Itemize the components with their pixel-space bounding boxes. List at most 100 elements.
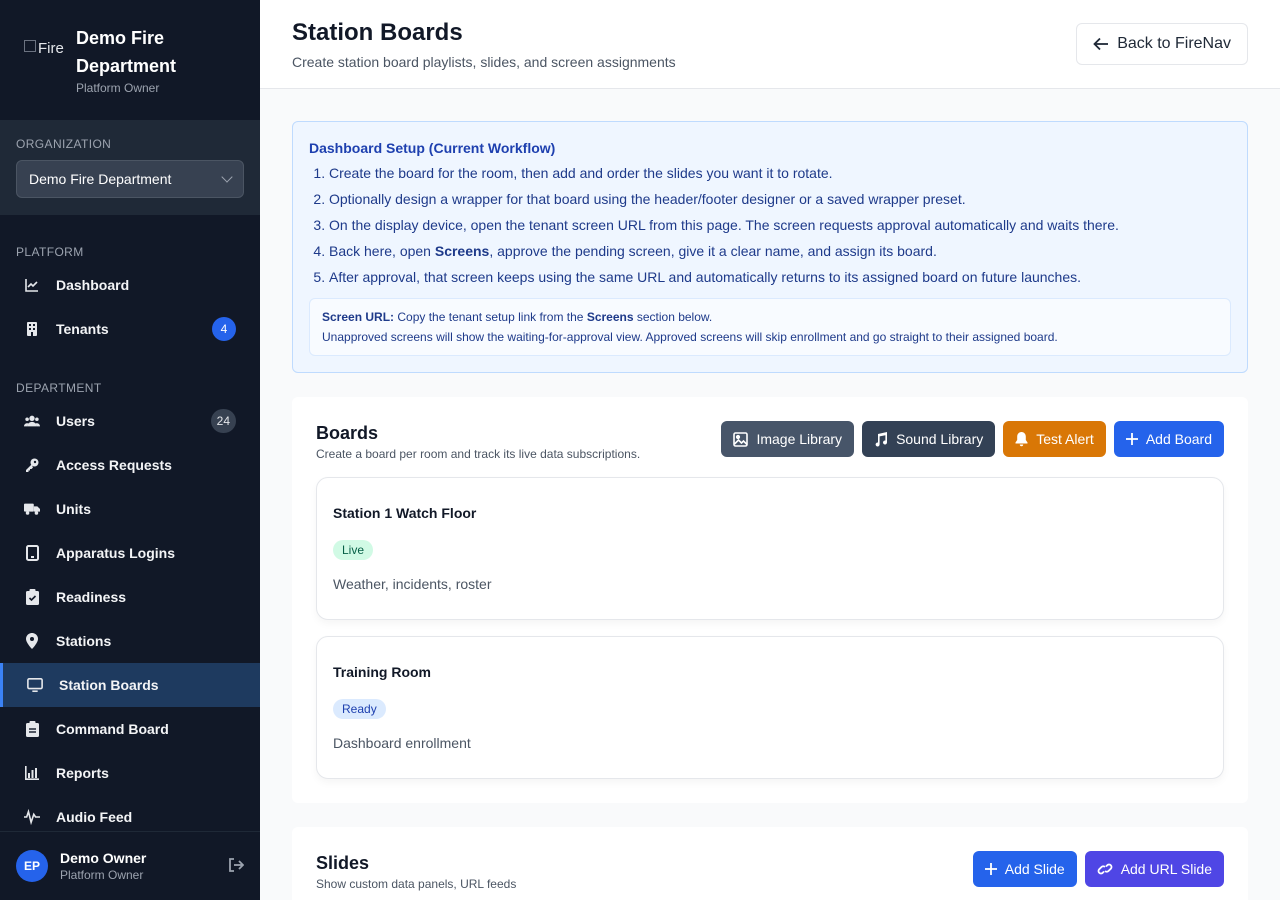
setup-info-panel: Dashboard Setup (Current Workflow) Creat…: [292, 121, 1248, 373]
board-description: Weather, incidents, roster: [333, 576, 492, 592]
sidebar-item-label: Apparatus Logins: [56, 545, 176, 561]
boards-card: Boards Create a board per room and track…: [292, 397, 1248, 803]
user-role: Platform Owner: [60, 868, 144, 882]
sidebar-item-access-requests[interactable]: Access Requests: [0, 443, 260, 487]
boards-title: Boards: [316, 423, 379, 443]
add-board-button[interactable]: Add Board: [1113, 421, 1224, 457]
sidebar-item-reports[interactable]: Reports: [0, 751, 260, 795]
sidebar-item-label: Readiness: [56, 589, 127, 605]
sidebar-item-apparatus-logins[interactable]: Apparatus Logins: [0, 531, 260, 575]
screens-emphasis: Screens: [434, 243, 490, 259]
logout-icon[interactable]: [228, 858, 245, 877]
brand-logo: FireNav: [24, 40, 64, 80]
tenants-count-badge: 4: [212, 317, 236, 341]
sidebar-item-dashboard[interactable]: Dashboard: [0, 263, 260, 307]
bell-icon: [1015, 431, 1028, 446]
music-icon: [875, 431, 888, 446]
image-library-button[interactable]: Image Library: [721, 421, 855, 457]
setup-step: Back here, open Screens, approve the pen…: [329, 238, 1231, 264]
slides-actions: Add Slide Add URL Slide: [972, 851, 1224, 887]
note-text: Copy the tenant setup link from the: [394, 310, 587, 324]
sidebar-item-label: Command Board: [56, 721, 169, 737]
back-to-firenav-button[interactable]: Back to FireNav: [1076, 23, 1248, 65]
sidebar-item-tenants[interactable]: Tenants 4: [0, 307, 260, 351]
organization-select[interactable]: Demo Fire Department: [16, 160, 244, 198]
sidebar-item-station-boards[interactable]: Station Boards: [0, 663, 260, 707]
screen-url-note: Screen URL: Copy the tenant setup link f…: [309, 298, 1231, 356]
board-description: Dashboard enrollment: [333, 735, 471, 751]
button-label: Add Board: [1145, 431, 1212, 447]
slides-title: Slides: [316, 853, 370, 873]
image-icon: [733, 431, 749, 447]
page-header: Station Boards Create station board play…: [260, 0, 1280, 89]
test-alert-button[interactable]: Test Alert: [1003, 421, 1106, 457]
sidebar-item-label: Dashboard: [56, 277, 130, 293]
arrow-left-icon: [1093, 37, 1109, 51]
status-badge: Ready: [333, 699, 386, 719]
chart-line-icon: [24, 277, 40, 293]
bar-chart-icon: [24, 765, 40, 781]
sidebar-item-label: Access Requests: [56, 457, 172, 473]
setup-steps: Create the board for the room, then add …: [329, 160, 1231, 290]
truck-icon: [24, 501, 40, 517]
note-text: section below.: [633, 310, 713, 324]
board-name: Station 1 Watch Floor: [333, 505, 477, 521]
boards-actions: Image Library Sound Library Test Alert A…: [721, 421, 1224, 457]
department-label: DEPARTMENT: [16, 381, 102, 395]
slides-subtitle: Show custom data panels, URL feeds: [316, 877, 517, 891]
tablet-icon: [24, 545, 40, 561]
sidebar-item-label: Audio Feed: [56, 809, 133, 825]
link-icon: [1097, 863, 1113, 875]
screens-emphasis: Screens: [586, 310, 634, 324]
board-card[interactable]: Training Room Ready Dashboard enrollment: [316, 636, 1224, 779]
key-icon: [24, 457, 40, 473]
button-label: Image Library: [756, 431, 843, 447]
plus-icon: [1125, 433, 1138, 445]
button-label: Test Alert: [1036, 431, 1094, 447]
sidebar-item-readiness[interactable]: Readiness: [0, 575, 260, 619]
button-label: Sound Library: [896, 431, 984, 447]
plus-icon: [984, 863, 997, 875]
board-card[interactable]: Station 1 Watch Floor Live Weather, inci…: [316, 477, 1224, 620]
setup-step: Optionally design a wrapper for that boa…: [329, 186, 1231, 212]
button-label: Add URL Slide: [1120, 861, 1212, 877]
building-icon: [24, 321, 40, 337]
users-icon: [24, 413, 40, 429]
step-text: Back here, open: [329, 243, 435, 259]
setup-step: After approval, that screen keeps using …: [329, 264, 1231, 290]
sidebar-item-label: Reports: [56, 765, 109, 781]
nav-section-platform: PLATFORM: [0, 215, 260, 263]
note-line-2: Unapproved screens will show the waiting…: [322, 330, 1058, 344]
sound-library-button[interactable]: Sound Library: [862, 421, 996, 457]
button-label: Add Slide: [1004, 861, 1065, 877]
setup-step: Create the board for the room, then add …: [329, 160, 1231, 186]
avatar: EP: [16, 850, 48, 882]
platform-label: PLATFORM: [16, 245, 84, 259]
slides-card: Slides Show custom data panels, URL feed…: [292, 827, 1248, 900]
nav-section-department: DEPARTMENT: [0, 351, 260, 399]
brand-role: Platform Owner: [76, 81, 160, 95]
sidebar-item-stations[interactable]: Stations: [0, 619, 260, 663]
back-button-label: Back to FireNav: [1117, 35, 1231, 52]
setup-title: Dashboard Setup (Current Workflow): [309, 140, 556, 156]
sidebar-item-units[interactable]: Units: [0, 487, 260, 531]
sidebar-item-users[interactable]: Users 24: [0, 399, 260, 443]
setup-step: On the display device, open the tenant s…: [329, 212, 1231, 238]
add-slide-button[interactable]: Add Slide: [972, 851, 1077, 887]
add-url-slide-button[interactable]: Add URL Slide: [1084, 851, 1224, 887]
organization-selected: Demo Fire Department: [29, 171, 172, 187]
sidebar-item-label: Station Boards: [59, 677, 159, 693]
sidebar-item-label: Stations: [56, 633, 112, 649]
status-badge: Live: [333, 540, 374, 560]
sidebar-item-label: Units: [56, 501, 91, 517]
sidebar-item-label: Tenants: [56, 321, 109, 337]
brand: FireNav Demo Fire Department Platform Ow…: [0, 0, 260, 121]
clipboard-icon: [24, 721, 40, 737]
organization-section: ORGANIZATION Demo Fire Department: [0, 121, 260, 215]
step-text: , approve the pending screen, give it a …: [489, 243, 937, 259]
chevron-down-icon: [221, 171, 233, 183]
sidebar: FireNav Demo Fire Department Platform Ow…: [0, 0, 260, 900]
user-bar: EP Demo Owner Platform Owner: [0, 831, 260, 900]
sidebar-item-command-board[interactable]: Command Board: [0, 707, 260, 751]
user-name: Demo Owner: [60, 850, 147, 866]
